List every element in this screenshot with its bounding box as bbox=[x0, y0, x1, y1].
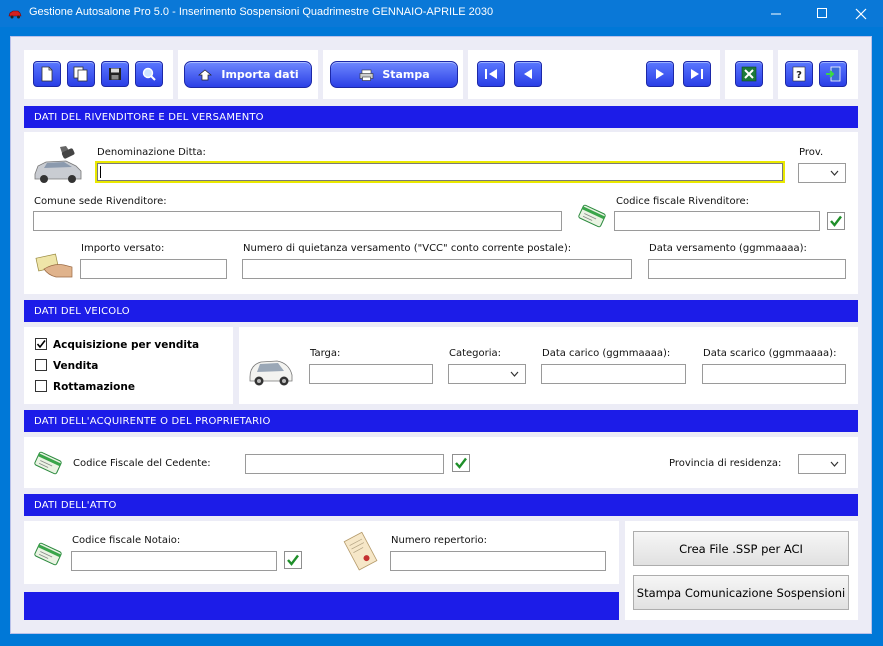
denominazione-label: Denominazione Ditta: bbox=[97, 147, 206, 158]
checkbox-acquisizione[interactable] bbox=[35, 338, 47, 350]
last-record-button[interactable] bbox=[683, 61, 711, 87]
cf-cedente-label: Codice Fiscale del Cedente: bbox=[73, 458, 211, 469]
data-scarico-input[interactable] bbox=[702, 364, 846, 384]
search-button[interactable] bbox=[135, 61, 163, 87]
text-cursor bbox=[100, 166, 101, 178]
first-record-button[interactable] bbox=[477, 61, 505, 87]
data-versamento-label: Data versamento (ggmmaaaa): bbox=[649, 243, 807, 254]
next-record-button[interactable] bbox=[646, 61, 674, 87]
maximize-icon bbox=[816, 8, 827, 18]
data-versamento-input[interactable] bbox=[648, 259, 846, 279]
checkbox-vendita[interactable] bbox=[35, 359, 47, 371]
copy-button[interactable] bbox=[67, 61, 95, 87]
checkmark-icon bbox=[287, 554, 299, 566]
tax-code-card-icon bbox=[34, 451, 62, 475]
chevron-down-icon bbox=[830, 170, 839, 176]
verify-cf-cedente-button[interactable] bbox=[452, 454, 470, 472]
repertorio-input[interactable] bbox=[390, 551, 606, 571]
vehicle-car-icon bbox=[249, 360, 293, 386]
checkbox-rottamazione[interactable] bbox=[35, 380, 47, 392]
data-carico-label: Data carico (ggmmaaaa): bbox=[542, 348, 671, 359]
quietanza-input[interactable] bbox=[242, 259, 632, 279]
svg-text:?: ? bbox=[796, 70, 802, 81]
document-stamp-icon bbox=[343, 531, 378, 571]
verify-cf-rivenditore-button[interactable] bbox=[827, 212, 845, 230]
new-button[interactable] bbox=[33, 61, 61, 87]
printer-icon bbox=[359, 69, 374, 81]
provincia-residenza-select[interactable] bbox=[798, 454, 846, 474]
section-header-veicolo: DATI DEL VEICOLO bbox=[24, 300, 858, 322]
close-icon bbox=[855, 8, 867, 19]
last-record-icon bbox=[691, 69, 703, 79]
cf-cedente-input[interactable] bbox=[245, 454, 444, 474]
cf-rivenditore-label: Codice fiscale Rivenditore: bbox=[616, 196, 750, 207]
denominazione-input[interactable] bbox=[95, 161, 785, 183]
comune-label: Comune sede Rivenditore: bbox=[34, 196, 167, 207]
save-button[interactable] bbox=[101, 61, 129, 87]
targa-input[interactable] bbox=[309, 364, 433, 384]
next-record-icon bbox=[656, 69, 664, 79]
targa-label: Targa: bbox=[310, 348, 341, 359]
first-record-icon bbox=[485, 69, 497, 79]
prov-label: Prov. bbox=[799, 147, 824, 158]
categoria-label: Categoria: bbox=[449, 348, 502, 359]
prev-record-button[interactable] bbox=[514, 61, 542, 87]
importo-input[interactable] bbox=[80, 259, 227, 279]
section-header-acquirente: DATI DELL'ACQUIRENTE O DEL PROPRIETARIO bbox=[24, 410, 858, 432]
title-bar: Gestione Autosalone Pro 5.0 - Inseriment… bbox=[0, 0, 883, 27]
app-car-icon bbox=[8, 10, 22, 19]
verify-cf-notaio-button[interactable] bbox=[284, 551, 302, 569]
atto-footer-bar bbox=[24, 592, 619, 620]
checkmark-icon bbox=[36, 340, 46, 349]
acquisizione-label: Acquisizione per vendita bbox=[53, 339, 200, 351]
importo-label: Importo versato: bbox=[81, 243, 165, 254]
print-button[interactable]: Stampa bbox=[330, 61, 458, 88]
import-icon bbox=[198, 69, 213, 80]
import-data-button[interactable]: Importa dati bbox=[184, 61, 312, 88]
copy-icon bbox=[73, 66, 88, 82]
close-button[interactable] bbox=[838, 0, 883, 27]
window-title: Gestione Autosalone Pro 5.0 - Inseriment… bbox=[29, 6, 494, 18]
tax-code-card-icon bbox=[578, 204, 606, 228]
repertorio-label: Numero repertorio: bbox=[391, 535, 487, 546]
search-icon bbox=[142, 67, 156, 81]
provincia-residenza-label: Provincia di residenza: bbox=[669, 458, 782, 469]
print-suspensions-button[interactable]: Stampa Comunicazione Sospensioni bbox=[633, 575, 849, 610]
excel-icon bbox=[741, 66, 757, 82]
cf-notaio-input[interactable] bbox=[71, 551, 277, 571]
quietanza-label: Numero di quietanza versamento ("VCC" co… bbox=[243, 243, 572, 254]
create-ssp-file-button[interactable]: Crea File .SSP per ACI bbox=[633, 531, 849, 566]
data-scarico-label: Data scarico (ggmmaaaa): bbox=[703, 348, 837, 359]
save-icon bbox=[109, 68, 121, 80]
client-area: Importa dati Stampa ? DATI DEL RIVENDITO… bbox=[10, 36, 872, 634]
rottamazione-label: Rottamazione bbox=[53, 381, 135, 393]
prev-record-icon bbox=[524, 69, 532, 79]
print-label: Stampa bbox=[382, 68, 430, 81]
cf-notaio-label: Codice fiscale Notaio: bbox=[72, 535, 181, 546]
new-doc-icon bbox=[41, 66, 53, 82]
cf-rivenditore-input[interactable] bbox=[614, 211, 820, 231]
help-button[interactable]: ? bbox=[785, 61, 813, 87]
exit-icon bbox=[826, 66, 841, 82]
tax-code-card-icon bbox=[34, 542, 62, 566]
checkmark-icon bbox=[830, 215, 842, 227]
car-keys-icon bbox=[34, 146, 82, 183]
minimize-button[interactable] bbox=[753, 0, 799, 27]
prov-select[interactable] bbox=[798, 163, 846, 183]
vendita-label: Vendita bbox=[53, 360, 99, 372]
section-header-atto: DATI DELL'ATTO bbox=[24, 494, 858, 516]
help-icon: ? bbox=[792, 66, 806, 82]
checkmark-icon bbox=[455, 457, 467, 469]
excel-export-button[interactable] bbox=[735, 61, 763, 87]
chevron-down-icon bbox=[830, 461, 839, 467]
categoria-select[interactable] bbox=[448, 364, 526, 384]
minimize-icon bbox=[770, 13, 781, 15]
data-carico-input[interactable] bbox=[541, 364, 686, 384]
comune-input[interactable] bbox=[33, 211, 562, 231]
import-data-label: Importa dati bbox=[221, 68, 299, 81]
chevron-down-icon bbox=[510, 371, 519, 377]
section-header-rivenditore: DATI DEL RIVENDITORE E DEL VERSAMENTO bbox=[24, 106, 858, 128]
payment-hand-icon bbox=[35, 253, 73, 278]
exit-button[interactable] bbox=[819, 61, 847, 87]
